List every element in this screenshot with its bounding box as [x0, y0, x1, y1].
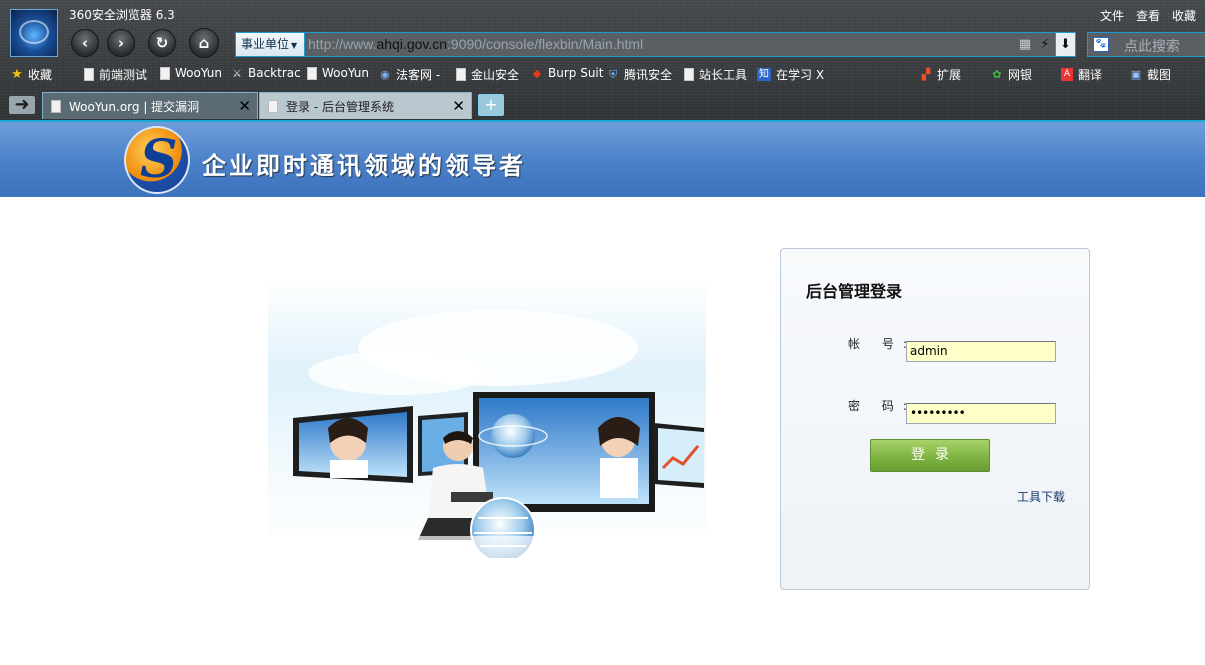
bookmark-label: 腾讯安全 [624, 68, 673, 82]
tool-label: 截图 [1147, 68, 1172, 82]
bookmarks-bar: ★ 收藏 前端测试 WooYun ⚔ Backtrac WooYun ◉ 法客网 - … [0, 63, 1205, 85]
login-button[interactable]: 登录 [870, 439, 990, 472]
sidebar-toggle-arrow-icon[interactable]: ➜ [9, 96, 35, 114]
page-icon [160, 66, 170, 80]
close-icon[interactable]: ✕ [452, 97, 465, 115]
zhi-icon: 知 [757, 68, 771, 81]
star-icon: ★ [11, 67, 23, 82]
bookmark-item[interactable]: ⚔ Backtrac [231, 66, 301, 80]
bookmark-item[interactable]: 前端测试 [84, 66, 147, 83]
page-icon [84, 68, 94, 81]
page-icon [268, 99, 278, 113]
url-text[interactable]: http://www.ahqi.gov.cn:9090/console/flex… [308, 33, 643, 56]
globe-icon: ◉ [380, 68, 390, 81]
page-icon [684, 68, 694, 81]
shield-icon: ⛨ [608, 68, 618, 81]
page-banner: S 企业即时通讯领域的领导者 [0, 120, 1205, 197]
tool-extensions[interactable]: ▞ 扩展 [920, 66, 961, 83]
tool-label: 网银 [1008, 68, 1033, 82]
address-category-label: 事业单位 [241, 37, 290, 51]
refresh-icon: ↻ [155, 34, 169, 52]
banner-slogan: 企业即时通讯领域的领导者 [202, 152, 526, 180]
address-category-dropdown[interactable]: 事业单位 ▼ [236, 33, 305, 56]
tool-screenshot[interactable]: ▣ 截图 [1130, 66, 1171, 83]
knife-icon: ⚔ [232, 66, 242, 80]
close-icon[interactable]: ✕ [238, 97, 251, 115]
search-placeholder: 点此搜索 [1124, 39, 1180, 55]
account-input[interactable]: admin [906, 341, 1056, 362]
home-button[interactable]: ⌂ [189, 28, 219, 58]
bookmark-favorites[interactable]: ★ 收藏 [11, 66, 52, 83]
bookmark-item[interactable]: 金山安全 [456, 66, 519, 83]
forward-arrow-icon: › [117, 34, 125, 52]
burp-icon: ◆ [532, 66, 542, 80]
brand-logo: S [124, 126, 190, 194]
tab-label: 登录 - 后台管理系统 [286, 99, 394, 114]
bookmark-item[interactable]: WooYun [160, 66, 222, 80]
bookmark-label: WooYun [175, 66, 223, 80]
back-button[interactable]: ‹ [71, 29, 99, 57]
menu-favorites[interactable]: 收藏 [1172, 7, 1196, 24]
bookmark-item[interactable]: WooYun [307, 66, 369, 80]
bookmark-label: WooYun [322, 66, 370, 80]
bank-icon: ✿ [992, 68, 1002, 81]
bookmark-item[interactable]: 知在学习 X [757, 66, 824, 83]
bookmark-item[interactable]: 站长工具 [684, 66, 747, 83]
tool-label: 扩展 [937, 68, 962, 82]
page-icon [456, 68, 466, 81]
hero-image [268, 278, 706, 558]
tab-label: WooYun.org | 提交漏洞 [69, 99, 200, 114]
bookmark-label: 法客网 - [396, 68, 441, 82]
home-icon: ⌂ [198, 34, 210, 52]
url-prefix: http://www. [308, 36, 377, 52]
address-icons: ▦ ⚡ ⬇ [1015, 33, 1075, 56]
menu-bar: 文件 查看 收藏 [1100, 7, 1196, 24]
tab-wooyun[interactable]: WooYun.org | 提交漏洞 ✕ [42, 92, 258, 119]
lightning-icon[interactable]: ⚡ [1035, 33, 1055, 56]
bookmark-item[interactable]: ⛨ 腾讯安全 [607, 66, 672, 83]
refresh-button[interactable]: ↻ [148, 29, 176, 57]
window-title: 360安全浏览器 6.3 [69, 8, 175, 22]
page-icon [307, 66, 317, 80]
url-path: :9090/console/flexbin/Main.html [447, 36, 644, 52]
tool-download-link[interactable]: 工具下载 [1017, 488, 1065, 505]
tool-label: 翻译 [1078, 68, 1103, 82]
bookmark-label: 前端测试 [99, 68, 148, 82]
search-box[interactable]: 🐾 点此搜索 [1087, 32, 1205, 57]
tab-login[interactable]: 登录 - 后台管理系统 ✕ [259, 92, 472, 119]
search-engine-icon[interactable]: 🐾 [1093, 37, 1109, 52]
bookmark-label: 收藏 [28, 68, 53, 82]
forward-button[interactable]: › [107, 29, 135, 57]
bookmark-item[interactable]: ◆ Burp Suit [531, 66, 604, 80]
page-icon [51, 99, 61, 113]
bookmark-label: 在学习 X [776, 68, 825, 82]
bookmark-label: 金山安全 [471, 68, 520, 82]
address-bar[interactable]: 事业单位 ▼ http://www.ahqi.gov.cn:9090/consol… [235, 32, 1076, 57]
menu-file[interactable]: 文件 [1100, 7, 1124, 24]
bookmark-label: Backtrac [248, 66, 301, 80]
password-input[interactable]: ••••••••• [906, 403, 1056, 424]
screenshot-icon: ▣ [1130, 68, 1142, 81]
plus-icon: + [484, 95, 498, 114]
menu-view[interactable]: 查看 [1136, 7, 1160, 24]
extension-icon: ▞ [921, 68, 931, 81]
login-title: 后台管理登录 [806, 282, 903, 301]
url-host: ahqi.gov.cn [376, 36, 448, 52]
chevron-down-icon: ▼ [291, 41, 298, 50]
bookmark-label: 站长工具 [699, 68, 748, 82]
hero-illustration [268, 278, 706, 558]
translate-icon: A [1061, 68, 1073, 81]
bookmark-item[interactable]: ◉ 法客网 - [379, 66, 440, 83]
qrcode-icon[interactable]: ▦ [1015, 33, 1035, 56]
login-panel: 后台管理登录 帐 号: admin 密 码: ••••••••• 登录 工具下载 [780, 248, 1090, 590]
new-tab-button[interactable]: + [478, 94, 504, 116]
back-arrow-icon: ‹ [81, 34, 89, 52]
tool-bank[interactable]: ✿ 网银 [991, 66, 1032, 83]
tab-bar: ➜ WooYun.org | 提交漏洞 ✕ 登录 - 后台管理系统 ✕ + [0, 91, 1205, 120]
download-icon[interactable]: ⬇ [1055, 33, 1075, 56]
tool-translate[interactable]: A 翻译 [1061, 66, 1102, 83]
browser-chrome: 360安全浏览器 6.3 文件 查看 收藏 ‹ › ↻ ⌂ 事业单位 ▼ http… [0, 0, 1205, 120]
app-logo [10, 9, 58, 57]
bookmark-label: Burp Suit [548, 66, 604, 80]
